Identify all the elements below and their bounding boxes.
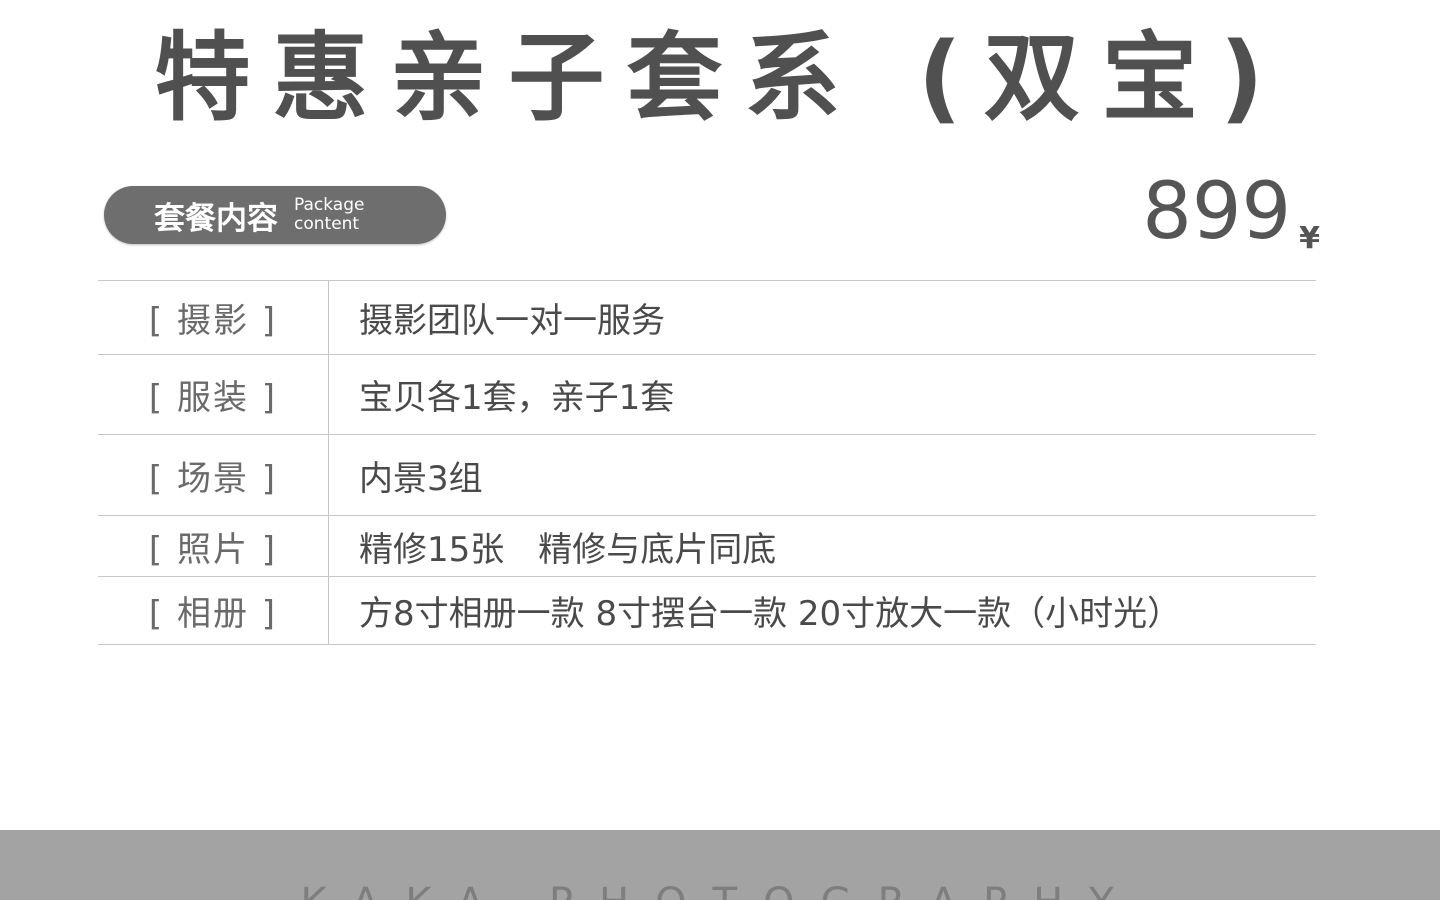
table-row: [ 场景 ] 内景3组: [98, 435, 1316, 516]
price-currency: ¥: [1299, 221, 1320, 256]
price: 899 ¥: [1142, 168, 1320, 256]
row-label-photos: [ 照片 ]: [98, 516, 329, 576]
package-content-label-en: Package content: [294, 196, 364, 234]
table-row: [ 照片 ] 精修15张 精修与底片同底: [98, 516, 1316, 577]
footer-brand: KAKA PHOTOGRAPHY: [0, 880, 1440, 900]
package-content-badge: 套餐内容 Package content: [104, 186, 446, 244]
table-row: [ 摄影 ] 摄影团队一对一服务: [98, 281, 1316, 355]
footer-bar: KAKA PHOTOGRAPHY: [0, 830, 1440, 900]
row-label-costume: [ 服装 ]: [98, 355, 329, 434]
page: 特惠亲子套系 (双宝) 套餐内容 Package content 899 ¥ […: [0, 0, 1440, 900]
row-value-scene: 内景3组: [359, 458, 483, 499]
row-label-album: [ 相册 ]: [98, 577, 329, 644]
row-label-photography: [ 摄影 ]: [98, 281, 329, 354]
row-value-costume: 宝贝各1套，亲子1套: [359, 378, 675, 418]
row-value-photos: 精修15张 精修与底片同底: [359, 529, 777, 570]
package-details-table: [ 摄影 ] 摄影团队一对一服务 [ 服装 ] 宝贝各1套，亲子1套 [ 场景 …: [98, 280, 1316, 645]
row-label-scene: [ 场景 ]: [98, 435, 329, 515]
row-value-album: 方8寸相册一款 8寸摆台一款 20寸放大一款（小时光）: [359, 594, 1182, 634]
package-title: 特惠亲子套系 (双宝): [154, 22, 1286, 134]
table-row: [ 服装 ] 宝贝各1套，亲子1套: [98, 355, 1316, 435]
price-amount: 899: [1142, 167, 1292, 257]
row-value-photography: 摄影团队一对一服务: [359, 301, 665, 341]
table-row: [ 相册 ] 方8寸相册一款 8寸摆台一款 20寸放大一款（小时光）: [98, 577, 1316, 645]
package-content-label-cn: 套餐内容: [154, 200, 278, 237]
package-content-label-en-line1: Package: [294, 195, 365, 215]
package-content-label-en-line2: content: [294, 214, 360, 234]
